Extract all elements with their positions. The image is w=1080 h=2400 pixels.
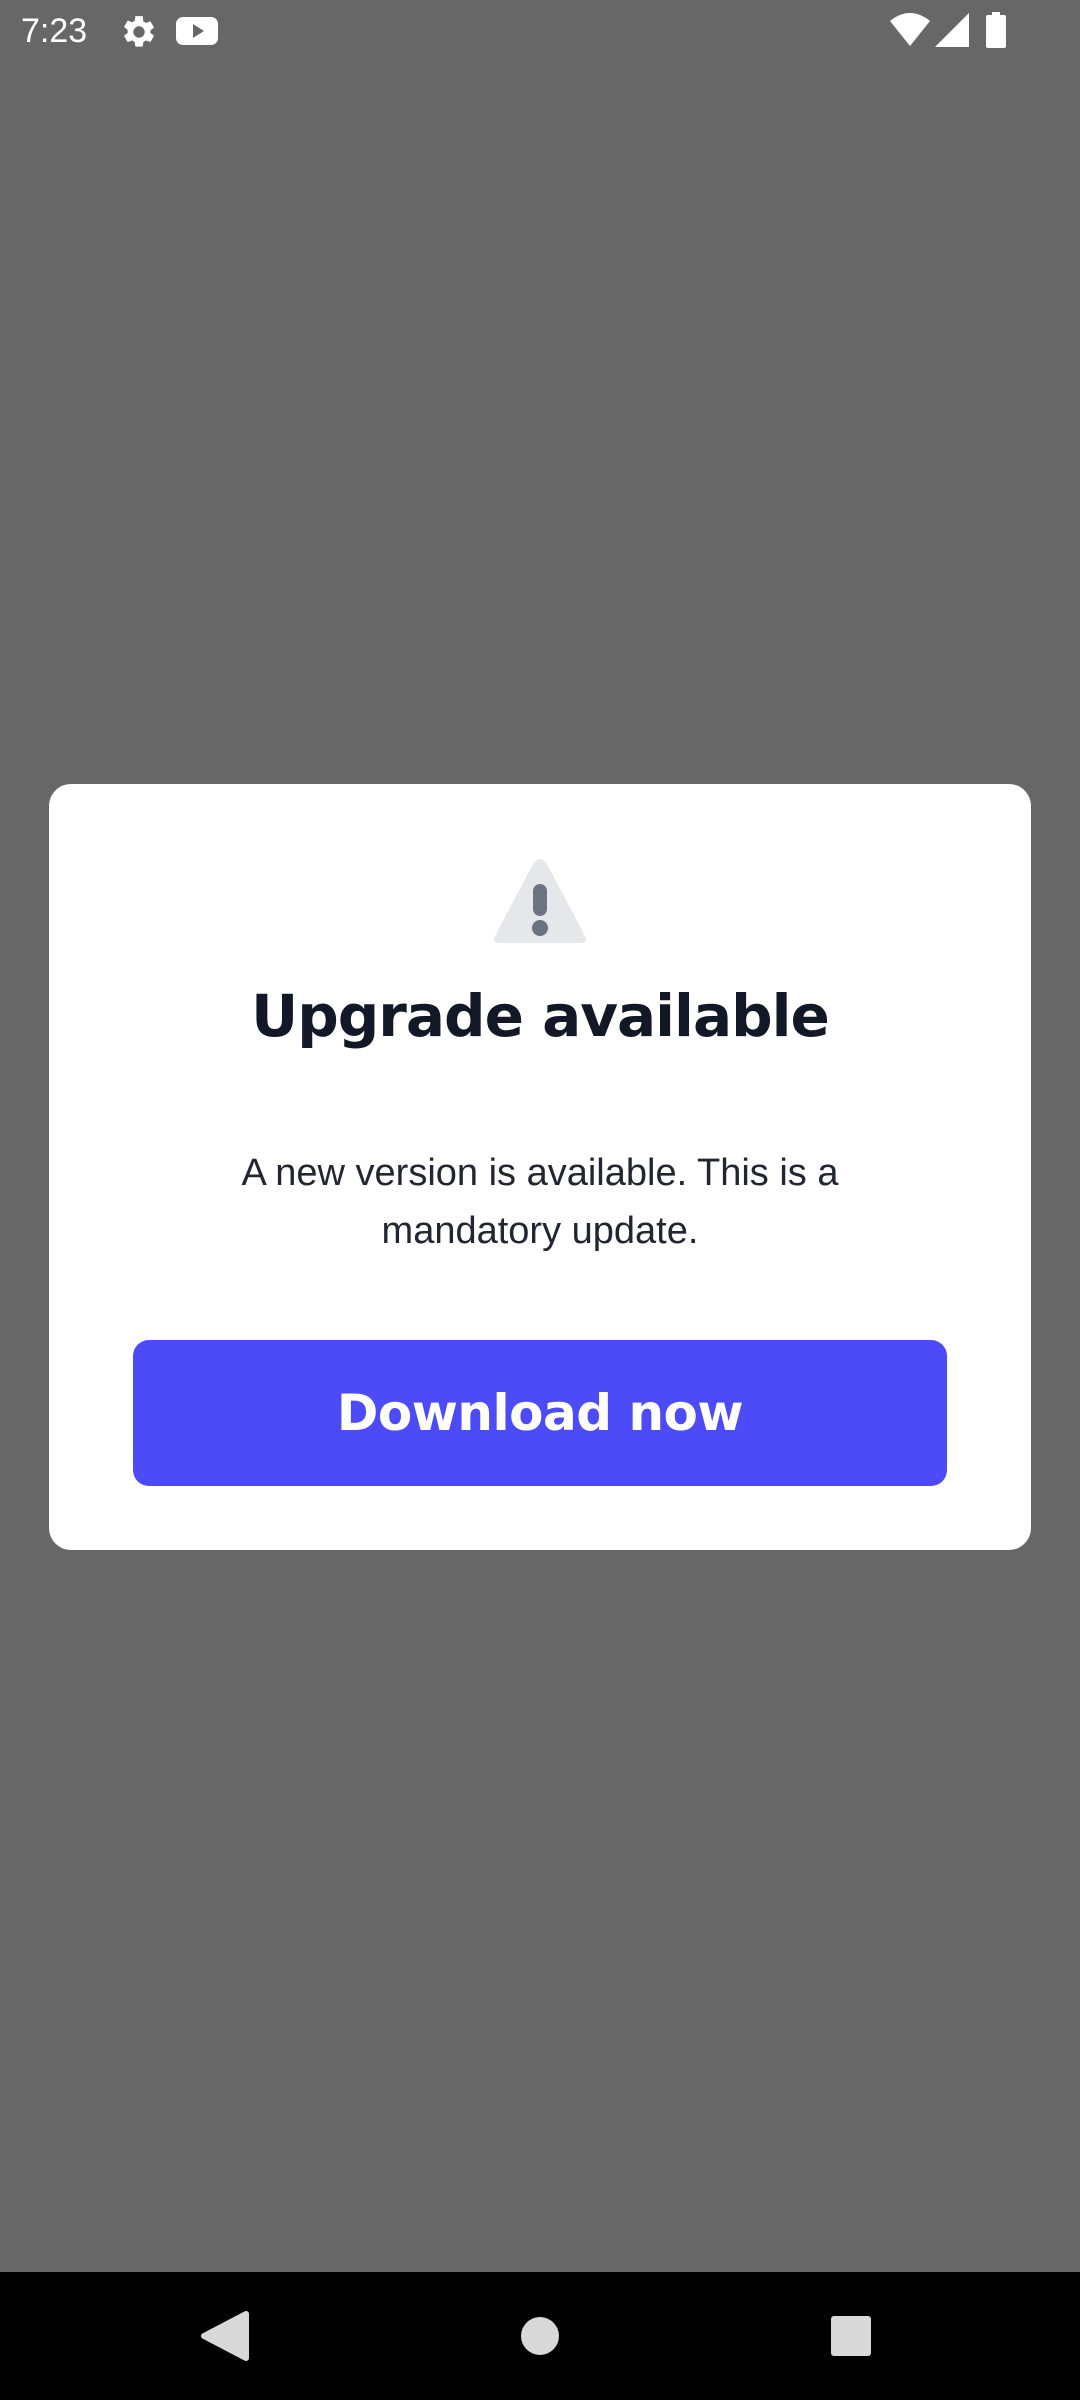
navigation-bar (0, 2272, 1080, 2400)
home-icon[interactable] (500, 2306, 580, 2366)
download-now-button[interactable]: Download now (133, 1340, 947, 1486)
warning-icon (494, 859, 586, 943)
dialog-title: Upgrade available (251, 982, 830, 1050)
status-time: 7:23 (21, 12, 88, 50)
battery-icon (986, 12, 1006, 48)
dialog-message: A new version is available. This is a ma… (241, 1152, 839, 1252)
gear-icon (124, 16, 154, 47)
recents-icon[interactable] (820, 2308, 880, 2364)
upgrade-dialog: Upgrade available A new version is avail… (49, 784, 1031, 1550)
back-icon[interactable] (196, 2310, 252, 2362)
youtube-icon (176, 17, 218, 45)
wifi-icon (890, 13, 930, 46)
status-bar: 7:23 (0, 0, 1080, 62)
signal-icon (935, 13, 969, 47)
